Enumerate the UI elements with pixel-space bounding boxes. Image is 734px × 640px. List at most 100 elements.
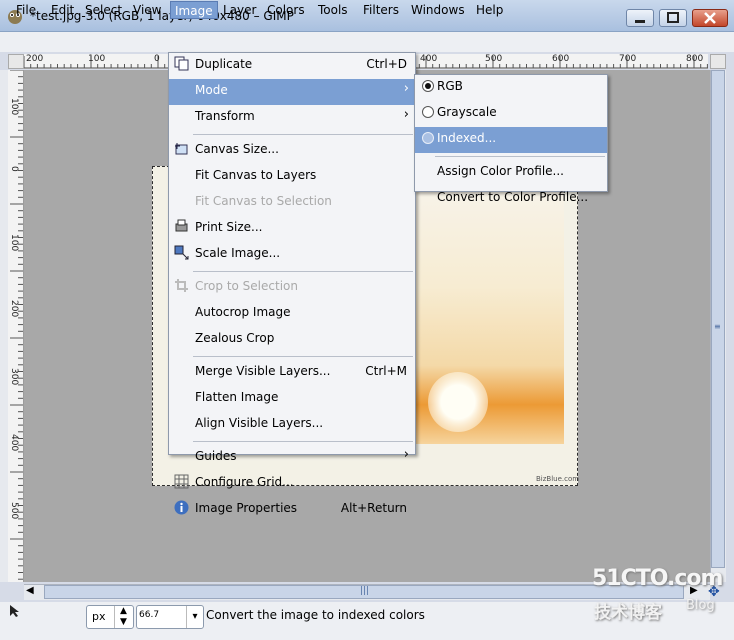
- menu-item-label: Indexed...: [437, 131, 497, 145]
- ruler-label: 500: [485, 54, 503, 64]
- menu-item-label: Image Properties: [195, 501, 298, 515]
- menu-item-label: Zealous Crop: [195, 331, 275, 345]
- menu-item-indexed[interactable]: Indexed...: [415, 127, 607, 153]
- close-button[interactable]: [692, 9, 728, 27]
- ruler-label: 300: [9, 368, 19, 386]
- menu-colors[interactable]: Colors: [263, 1, 309, 19]
- ruler-label: 0: [154, 54, 160, 64]
- menu-item-label: Transform: [195, 109, 255, 123]
- chevron-down-icon[interactable]: ▾: [186, 606, 203, 628]
- menu-edit[interactable]: Edit: [47, 1, 78, 19]
- vertical-scroll-thumb[interactable]: [711, 70, 725, 568]
- menu-item-label: Guides: [195, 449, 237, 463]
- unit-spinner-icon[interactable]: ▲ ▼: [114, 606, 132, 628]
- shortcut-label: Ctrl+D: [366, 57, 407, 71]
- ruler-label: 100: [9, 234, 19, 252]
- image-menu: Duplicate Ctrl+D Mode › Transform › Canv…: [168, 52, 416, 515]
- menu-item-label: Grayscale: [437, 105, 497, 119]
- photo-watermark: BizBlue.com: [536, 475, 580, 483]
- menu-item-scale-image[interactable]: Scale Image...: [169, 242, 415, 268]
- menu-separator: [193, 441, 413, 442]
- duplicate-icon: [174, 56, 189, 71]
- menu-item-label: Crop to Selection: [195, 279, 298, 293]
- menu-item-grayscale[interactable]: Grayscale: [415, 101, 607, 127]
- menu-item-rgb[interactable]: RGB: [415, 75, 607, 101]
- menu-windows[interactable]: Windows: [407, 1, 469, 19]
- left-edge: [0, 70, 8, 582]
- menu-item-label: Autocrop Image: [195, 305, 291, 319]
- radio-icon: [422, 106, 434, 118]
- grid-icon: [174, 474, 189, 489]
- unit-value: px: [92, 610, 106, 623]
- menu-item-label: Fit Canvas to Selection: [195, 194, 332, 208]
- zoom-to-fit-button[interactable]: [710, 54, 726, 69]
- scroll-left-icon[interactable]: ◀: [26, 585, 34, 596]
- ruler-label: 200: [26, 54, 44, 64]
- minimize-button[interactable]: [626, 9, 654, 27]
- status-message: Convert the image to indexed colors: [206, 608, 425, 622]
- menu-bar: [0, 32, 734, 52]
- menu-item-print-size[interactable]: Print Size...: [169, 216, 415, 242]
- menu-item-fit-canvas-layers[interactable]: Fit Canvas to Layers: [169, 164, 415, 190]
- radio-icon: [422, 132, 434, 144]
- quick-mask-toggle[interactable]: [8, 54, 24, 69]
- pointer-icon: [8, 604, 24, 620]
- ruler-label: 700: [619, 54, 637, 64]
- ruler-label: 500: [9, 502, 19, 520]
- menu-item-crop-to-selection: Crop to Selection: [169, 275, 415, 301]
- chevron-right-icon: ›: [403, 447, 409, 462]
- menu-item-transform[interactable]: Transform ›: [169, 105, 415, 131]
- menu-item-convert-profile[interactable]: Convert to Color Profile...: [415, 186, 607, 212]
- maximize-button[interactable]: [659, 9, 687, 27]
- menu-item-zealous-crop[interactable]: Zealous Crop: [169, 327, 415, 353]
- menu-item-label: Duplicate: [195, 57, 253, 71]
- shortcut-label: Ctrl+M: [365, 364, 407, 378]
- menu-item-duplicate[interactable]: Duplicate Ctrl+D: [169, 53, 415, 79]
- menu-item-label: Canvas Size...: [195, 142, 279, 156]
- menu-item-guides[interactable]: Guides ›: [169, 445, 415, 471]
- menu-separator: [193, 356, 413, 357]
- menu-layer[interactable]: Layer: [219, 1, 260, 19]
- menu-item-image-properties[interactable]: Image Properties Alt+Return: [169, 497, 415, 523]
- canvas-size-icon: [174, 141, 189, 156]
- ruler-label: 600: [552, 54, 570, 64]
- menu-item-label: Merge Visible Layers...: [195, 364, 331, 378]
- menu-view[interactable]: View: [129, 1, 165, 19]
- site-tagline: 技术博客: [594, 603, 662, 623]
- print-size-icon: [174, 219, 189, 234]
- menu-item-align-layers[interactable]: Align Visible Layers...: [169, 412, 415, 438]
- menu-item-mode[interactable]: Mode ›: [169, 79, 415, 105]
- ruler-label: 800: [686, 54, 704, 64]
- crop-icon: [174, 278, 189, 293]
- menu-separator: [193, 271, 413, 272]
- menu-select[interactable]: Select: [81, 1, 126, 19]
- menu-tools[interactable]: Tools: [314, 1, 352, 19]
- ruler-label: 100: [88, 54, 106, 64]
- menu-item-autocrop[interactable]: Autocrop Image: [169, 301, 415, 327]
- menu-item-label: Align Visible Layers...: [195, 416, 324, 430]
- menu-help[interactable]: Help: [472, 1, 507, 19]
- info-icon: [174, 500, 189, 515]
- grip-icon: |||: [360, 586, 370, 596]
- menu-item-label: Scale Image...: [195, 246, 281, 260]
- menu-separator: [435, 156, 605, 157]
- menu-item-configure-grid[interactable]: Configure Grid...: [169, 471, 415, 497]
- menu-filters[interactable]: Filters: [359, 1, 403, 19]
- chevron-right-icon: ›: [403, 107, 409, 122]
- menu-item-flatten[interactable]: Flatten Image: [169, 386, 415, 412]
- menu-item-merge-visible[interactable]: Merge Visible Layers... Ctrl+M: [169, 360, 415, 386]
- vertical-ruler[interactable]: 100 0 100 200 300 400 500: [8, 70, 24, 582]
- menu-item-label: Convert to Color Profile...: [437, 190, 589, 204]
- menu-item-label: Fit Canvas to Layers: [195, 168, 317, 182]
- ruler-label: 100: [9, 98, 19, 116]
- blog-label: Blog: [686, 598, 715, 613]
- site-logo: 51CTO.com: [592, 566, 723, 591]
- menu-item-label: Assign Color Profile...: [437, 164, 564, 178]
- menu-file[interactable]: File: [12, 1, 40, 19]
- menu-separator: [193, 134, 413, 135]
- scale-image-icon: [174, 245, 189, 260]
- menu-item-fit-canvas-selection: Fit Canvas to Selection: [169, 190, 415, 216]
- menu-item-canvas-size[interactable]: Canvas Size...: [169, 138, 415, 164]
- menu-image[interactable]: Image: [170, 1, 218, 19]
- menu-item-assign-profile[interactable]: Assign Color Profile...: [415, 160, 607, 186]
